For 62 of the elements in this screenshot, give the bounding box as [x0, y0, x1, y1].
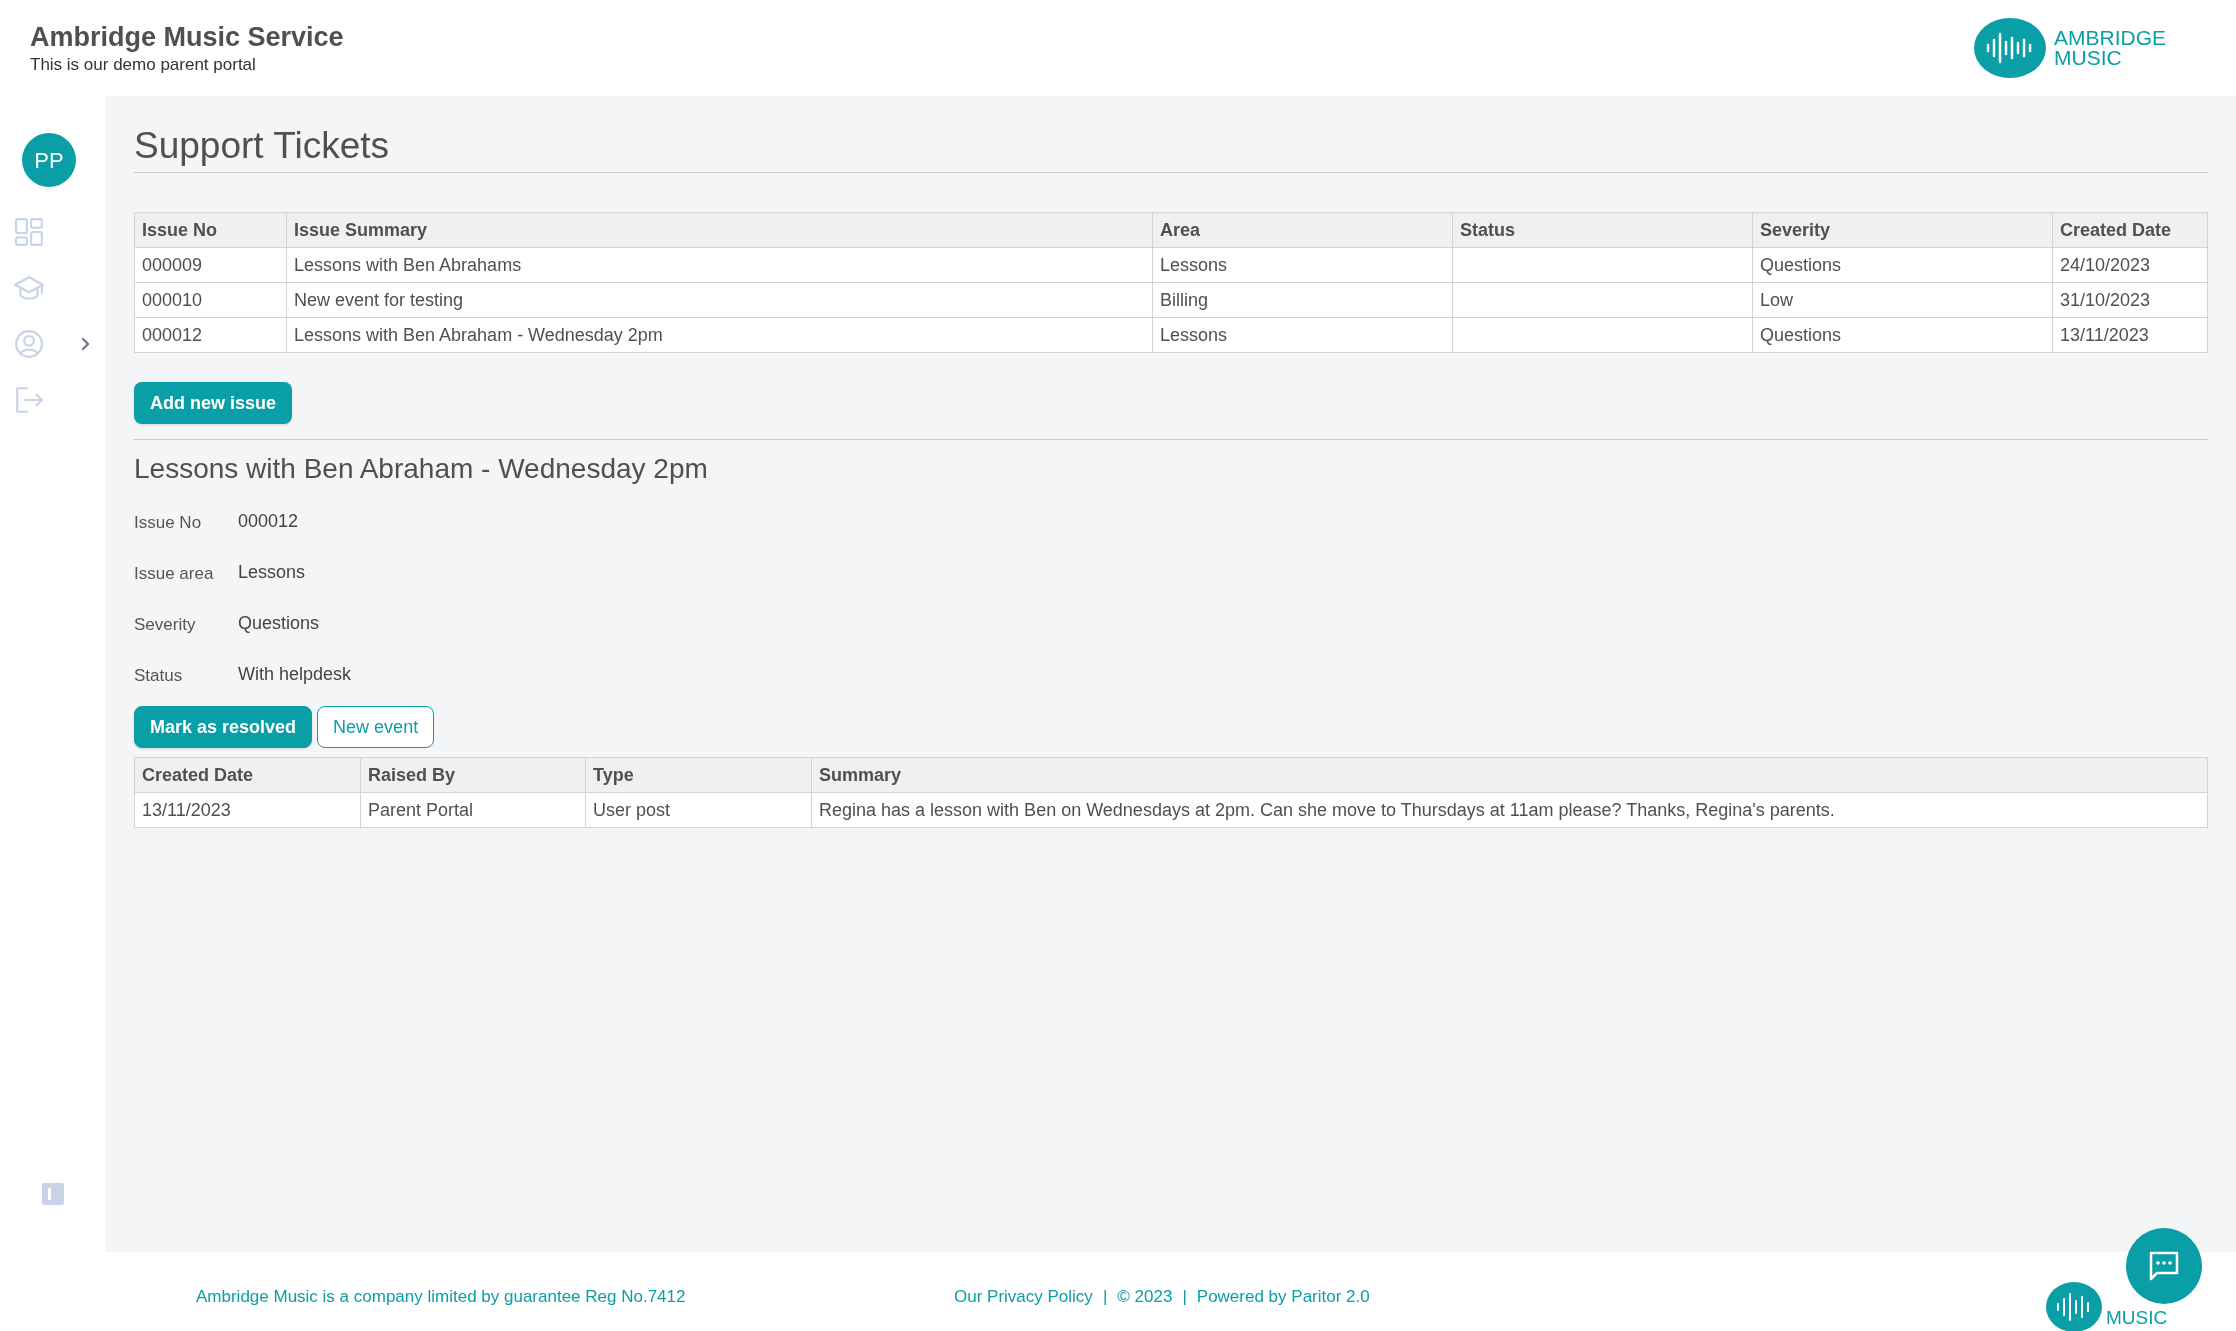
table-cell: Low [1760, 289, 1794, 310]
column-header: Issue No [134, 212, 287, 248]
logout-icon[interactable] [14, 385, 44, 415]
table-cell: Regina has a lesson with Ben on Wednesdays at 2pm. Can she move to Thursdays at 11am please? Thanks, Regina's parents. [819, 799, 1835, 820]
column-header: Severity [1752, 212, 2053, 248]
field-value: With helpdesk [238, 662, 352, 686]
new-event-button[interactable]: New event [317, 706, 435, 748]
field-label: Issue area [134, 563, 215, 586]
add-issue-button[interactable]: Add new issue [134, 382, 293, 424]
page-title: Support Tickets [134, 124, 2208, 173]
panel-toggle-icon[interactable] [41, 1183, 64, 1205]
table-cell: 000009 [142, 254, 203, 275]
column-header: Summary [811, 757, 2208, 793]
table-cell: User post [593, 799, 671, 820]
user-circle-icon[interactable] [14, 329, 44, 359]
table-cell: 31/10/2023 [2060, 289, 2151, 310]
column-header: Created Date [134, 757, 361, 793]
logo-text: MUSIC [2054, 48, 2123, 68]
user-avatar[interactable]: PP [22, 133, 76, 187]
table-cell: New event for testing [294, 289, 464, 310]
table-cell: 24/10/2023 [2060, 254, 2151, 275]
chat-icon [2148, 1251, 2180, 1281]
table-cell: Questions [1760, 324, 1842, 345]
resolve-button[interactable]: Mark as resolved [134, 706, 313, 748]
table-cell: Parent Portal [368, 799, 474, 820]
logo-text: AMBRIDGE [2054, 28, 2166, 48]
table-cell: 13/11/2023 [2060, 324, 2149, 345]
column-header: Raised By [360, 757, 586, 793]
issue-title: Lessons with Ben Abraham - Wednesday 2pm [134, 452, 709, 486]
footer-text: © 2023 [1117, 1286, 1173, 1308]
table-cell: Lessons [1160, 324, 1228, 345]
site-title: Ambridge Music Service [30, 20, 344, 54]
table-cell: 13/11/2023 [142, 799, 231, 820]
footer-text: | [1102, 1286, 1108, 1308]
footer-text: Our Privacy Policy [954, 1286, 1093, 1308]
field-label: Severity [134, 614, 197, 637]
table-cell: 000010 [142, 289, 203, 310]
table-cell: 000012 [142, 324, 203, 345]
table-cell: Lessons with Ben Abrahams [294, 254, 522, 275]
table-cell: Lessons with Ben Abraham - Wednesday 2pm [294, 324, 663, 345]
field-value: Questions [238, 611, 320, 635]
column-header: Type [585, 757, 812, 793]
field-label: Status [134, 665, 184, 688]
graduation-cap-icon[interactable] [14, 273, 44, 303]
footer-text: Powered by Paritor 2.0 [1196, 1286, 1370, 1308]
chevron-right-icon[interactable] [81, 337, 91, 351]
column-header: Area [1152, 212, 1453, 248]
table-cell: Billing [1160, 289, 1209, 310]
logo-icon [1974, 18, 2046, 78]
field-value: 000012 [238, 509, 299, 533]
table-cell: Lessons [1160, 254, 1228, 275]
footer-text: | [1182, 1286, 1187, 1308]
column-header: Status [1452, 212, 1753, 248]
site-subtitle: This is our demo parent portal [30, 54, 257, 76]
column-header: Issue Summary [286, 212, 1153, 248]
company-notice: Ambridge Music is a company limited by guarantee Reg No.7412 [196, 1286, 686, 1308]
table-cell: Questions [1760, 254, 1842, 275]
dashboard-icon[interactable] [14, 217, 44, 247]
column-header: Created Date [2052, 212, 2208, 248]
field-label: Issue No [134, 512, 203, 535]
logo-text: MUSIC [2106, 1306, 2168, 1330]
field-value: Lessons [238, 560, 306, 584]
